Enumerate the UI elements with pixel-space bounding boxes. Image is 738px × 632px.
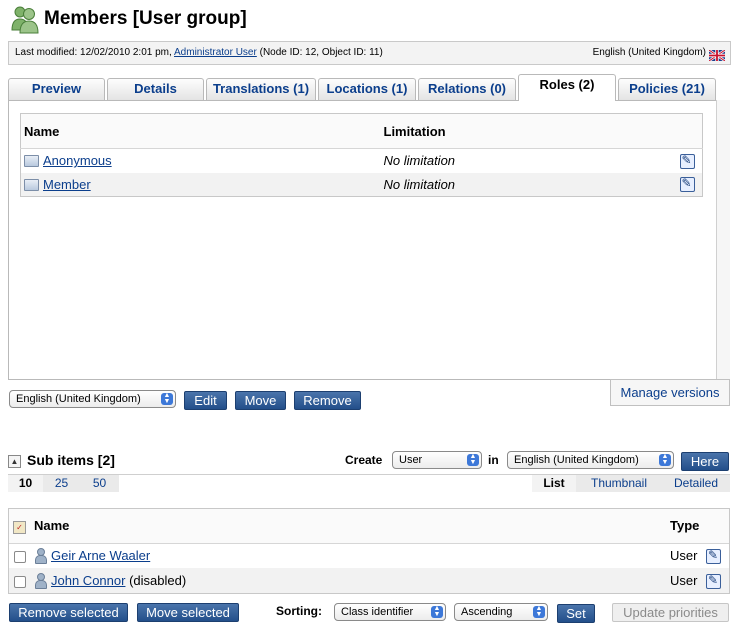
create-label: Create: [345, 453, 383, 467]
sort-field-select[interactable]: Class identifier ▲ ▼: [334, 603, 446, 621]
role-icon: [24, 155, 39, 168]
table-row: Geir Arne Waaler User: [9, 543, 729, 568]
page-title: Members [User group]: [44, 8, 247, 29]
roles-table: Name Limitation Anonymous No limitation …: [20, 113, 703, 197]
uk-flag-icon: [708, 48, 726, 62]
view-detailed[interactable]: Detailed: [662, 475, 730, 492]
disabled-label: (disabled): [129, 573, 187, 588]
collapse-icon[interactable]: ▲: [8, 455, 21, 468]
subitem-type: User: [670, 548, 698, 564]
subitems-col-type: Type: [669, 509, 705, 544]
role-link-anonymous[interactable]: Anonymous: [43, 153, 112, 168]
edit-icon[interactable]: [679, 176, 695, 193]
subitem-link[interactable]: John Connor: [51, 573, 125, 588]
select-arrow-icon: ▲ ▼: [467, 453, 479, 466]
table-row: John Connor (disabled) User: [9, 568, 729, 593]
author-link[interactable]: Administrator User: [174, 47, 257, 58]
view-thumbnail[interactable]: Thumbnail: [576, 475, 662, 492]
language-select[interactable]: English (United Kingdom) ▲ ▼: [9, 390, 176, 408]
user-group-icon: [10, 4, 40, 34]
tab-details[interactable]: Details: [107, 78, 204, 100]
roles-col-name: Name: [20, 113, 381, 149]
page-size-50[interactable]: 50: [80, 475, 119, 492]
edit-icon[interactable]: [679, 153, 695, 169]
remove-selected-button[interactable]: Remove selected: [9, 603, 128, 622]
in-label: in: [488, 453, 499, 467]
update-priorities-button[interactable]: Update priorities: [612, 603, 729, 622]
edit-icon[interactable]: [706, 573, 721, 589]
subitem-type: User: [669, 568, 705, 593]
user-icon: [34, 573, 47, 589]
manage-versions-link[interactable]: Manage versions: [610, 379, 730, 406]
move-button[interactable]: Move: [235, 391, 286, 410]
tab-relations[interactable]: Relations (0): [418, 78, 516, 100]
create-language-select[interactable]: English (United Kingdom) ▲ ▼: [507, 451, 674, 469]
invert-selection-icon[interactable]: ✓: [13, 520, 26, 534]
sorting-label: Sorting:: [276, 604, 322, 618]
tab-translations[interactable]: Translations (1): [206, 78, 316, 100]
subitem-link[interactable]: Geir Arne Waaler: [51, 548, 150, 563]
edit-button[interactable]: Edit: [184, 391, 227, 410]
row-checkbox[interactable]: [14, 550, 26, 563]
table-row: Member No limitation: [20, 172, 703, 197]
user-icon: [34, 548, 47, 565]
role-icon: [24, 178, 39, 191]
select-arrow-icon: ▲ ▼: [659, 453, 671, 466]
here-button[interactable]: Here: [681, 452, 729, 471]
set-sort-button[interactable]: Set: [557, 604, 595, 623]
language-label: English (United Kingdom): [592, 47, 706, 58]
tab-policies[interactable]: Policies (21): [618, 78, 716, 100]
table-row: Anonymous No limitation: [21, 149, 703, 173]
role-link-member[interactable]: Member: [43, 177, 91, 192]
class-select[interactable]: User ▲ ▼: [392, 451, 482, 469]
remove-button[interactable]: Remove: [294, 391, 361, 410]
view-list[interactable]: List: [532, 475, 576, 492]
sort-order-select[interactable]: Ascending ▲ ▼: [454, 603, 548, 621]
meta-bar: Last modified: 12/02/2010 2:01 pm, Admin…: [8, 41, 731, 65]
select-arrow-icon: ▲ ▼: [161, 392, 173, 405]
tab-locations[interactable]: Locations (1): [318, 78, 416, 100]
page-size-25[interactable]: 25: [43, 475, 80, 492]
role-limitation: No limitation: [383, 153, 456, 169]
node-info: (Node ID: 12, Object ID: 11): [259, 47, 383, 58]
edit-icon[interactable]: [706, 548, 721, 564]
modified-text: Last modified: 12/02/2010 2:01 pm,: [15, 47, 172, 58]
role-limitation: No limitation: [380, 172, 677, 197]
page-size-10[interactable]: 10: [8, 475, 43, 492]
panel-scrollbar[interactable]: [716, 100, 730, 380]
tab-preview[interactable]: Preview: [8, 78, 105, 100]
roles-col-limitation: Limitation: [380, 113, 677, 149]
row-checkbox[interactable]: [14, 575, 26, 588]
move-selected-button[interactable]: Move selected: [137, 603, 239, 622]
select-arrow-icon: ▲ ▼: [533, 605, 545, 618]
tab-roles[interactable]: Roles (2): [518, 74, 616, 101]
subitems-table: ✓ Name Type Geir Arne Waaler User John C…: [9, 509, 729, 593]
subitems-col-name: Name: [33, 509, 669, 544]
select-arrow-icon: ▲ ▼: [431, 605, 443, 618]
subitems-title: Sub items [2]: [27, 452, 115, 468]
